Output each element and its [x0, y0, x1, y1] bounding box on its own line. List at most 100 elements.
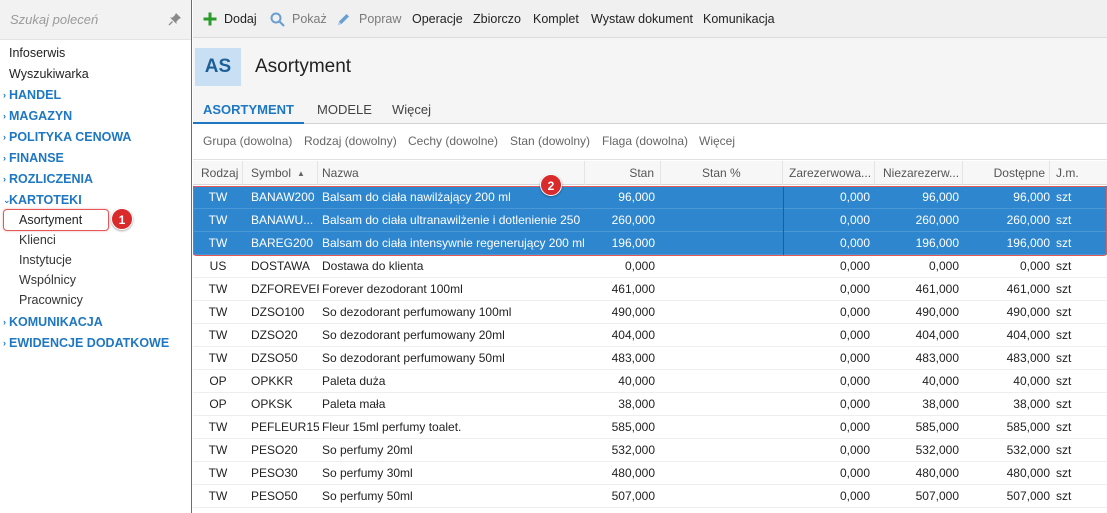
column-header-available[interactable]: Dostępne	[963, 161, 1050, 185]
nav-item-pracownicy[interactable]: Pracownicy	[19, 290, 83, 310]
nav-group-label: EWIDENCJE DODATKOWE	[9, 336, 170, 350]
communication-button[interactable]: Komunikacja	[703, 0, 775, 38]
tab-asortyment[interactable]: ASORTYMENT	[193, 96, 304, 124]
nav-group-finanse[interactable]: › FINANSE	[3, 148, 64, 168]
nav-group-label: MAGAZYN	[9, 109, 73, 123]
nav-item-wspolnicy[interactable]: Wspólnicy	[19, 270, 76, 290]
toolbar: Dodaj Pokaż Popraw Operacje Zbiorczo Kom…	[193, 0, 1107, 38]
cell-available: 196,000	[1006, 236, 1050, 250]
cell-symbol: PEFLEUR15	[251, 420, 319, 434]
table-row[interactable]: TW BANAW200 Balsam do ciała nawilżający 20…	[193, 186, 1107, 209]
cell-stock: 507,000	[611, 489, 655, 503]
nav-group-ewidencje-dodatkowe[interactable]: › EWIDENCJE DODATKOWE	[3, 333, 170, 353]
cell-unit: szt	[1056, 397, 1072, 411]
column-header-unreserved[interactable]: Niezarezerw...	[875, 161, 963, 185]
filter-more[interactable]: Więcej	[699, 134, 735, 148]
table-row[interactable]: US DOSTAWA Dostawa do klienta 0,000 0,000 0,0…	[193, 255, 1107, 278]
tab-wiecej[interactable]: Więcej	[392, 96, 431, 124]
table-row[interactable]: TW DZSO20 So dezodorant perfumowany 20ml 40…	[193, 324, 1107, 347]
cell-available: 483,000	[1006, 351, 1050, 365]
cell-unreserved: 260,000	[915, 213, 959, 227]
table-row[interactable]: OP OPKSK Paleta mała 38,000 0,000 38,000 38,00…	[193, 393, 1107, 416]
column-header-stock[interactable]: Stan	[585, 161, 661, 185]
cell-stock-pct	[661, 462, 771, 485]
cell-unit: szt	[1056, 351, 1072, 365]
cell-unit: szt	[1056, 190, 1072, 204]
cell-symbol: PESO50	[251, 489, 298, 503]
cell-unit: szt	[1056, 236, 1072, 250]
bulk-button[interactable]: Zbiorczo	[473, 0, 521, 38]
pencil-icon	[338, 14, 349, 25]
nav-group-handel[interactable]: › HANDEL	[3, 85, 61, 105]
filter-group[interactable]: Grupa (dowolna)	[203, 134, 292, 148]
cell-available: 260,000	[1006, 213, 1050, 227]
cell-reserved: 0,000	[839, 397, 870, 411]
table-row[interactable]: TW DZSO100 So dezodorant perfumowany 100ml…	[193, 301, 1107, 324]
cell-name: Balsam do ciała ultranawilżenie i dotlen…	[322, 213, 581, 227]
cell-unit: szt	[1056, 282, 1072, 296]
table-row[interactable]: OP OPKKR Paleta duża 40,000 0,000 40,000 40,00…	[193, 370, 1107, 393]
show-button[interactable]: Pokaż	[270, 0, 327, 38]
operations-button[interactable]: Operacje	[412, 0, 463, 38]
cell-name: Paleta duża	[322, 374, 386, 388]
cell-name: Dostawa do klienta	[322, 259, 424, 273]
cell-type: TW	[208, 282, 228, 296]
filter-flag[interactable]: Flaga (dowolna)	[602, 134, 688, 148]
chevron-right-icon: ›	[3, 317, 6, 327]
cell-type: OP	[209, 374, 227, 388]
cell-symbol: DZSO20	[251, 328, 298, 342]
annotation-badge-2: 2	[540, 174, 562, 196]
cell-unreserved: 490,000	[915, 305, 959, 319]
nav-item-wyszukiwarka[interactable]: Wyszukiwarka	[9, 64, 89, 84]
cell-type: TW	[208, 443, 228, 457]
command-search-box[interactable]: Szukaj poleceń	[0, 0, 191, 40]
tab-bar: ASORTYMENT MODELE Więcej	[193, 96, 1107, 124]
filter-features[interactable]: Cechy (dowolne)	[408, 134, 498, 148]
tab-modele[interactable]: MODELE	[317, 96, 372, 124]
table-row[interactable]: TW PESO30 So perfumy 30ml 480,000 0,000 480,0…	[193, 462, 1107, 485]
cell-stock-pct	[661, 255, 771, 278]
nav-group-kartoteki[interactable]: ⌄ KARTOTEKI	[3, 190, 82, 210]
cell-stock: 260,000	[611, 213, 655, 227]
column-header-reserved[interactable]: Zarezerwowa...	[783, 161, 875, 185]
cell-reserved: 0,000	[839, 213, 870, 227]
table-row[interactable]: TW DZSO50 So dezodorant perfumowany 50ml 48…	[193, 347, 1107, 370]
column-header-type[interactable]: Rodzaj	[193, 161, 243, 185]
nav-item-instytucje[interactable]: Instytucje	[19, 250, 72, 270]
cell-unit: szt	[1056, 259, 1072, 273]
nav-item-klienci[interactable]: Klienci	[19, 230, 56, 250]
cell-unreserved: 0,000	[928, 259, 959, 273]
nav-group-komunikacja[interactable]: › KOMUNIKACJA	[3, 312, 103, 332]
nav-group-label: KARTOTEKI	[9, 193, 82, 207]
nav-group-rozliczenia[interactable]: › ROZLICZENIA	[3, 169, 93, 189]
edit-button[interactable]: Popraw	[336, 0, 401, 38]
nav-item-infoserwis[interactable]: Infoserwis	[9, 43, 65, 63]
table-row[interactable]: TW PEFLEUR15 Fleur 15ml perfumy toalet. 585…	[193, 416, 1107, 439]
table-row[interactable]: TW PESO20 So perfumy 20ml 532,000 0,000 532,0…	[193, 439, 1107, 462]
column-header-stock-pct[interactable]: Stan %	[661, 161, 783, 185]
cell-reserved: 0,000	[839, 351, 870, 365]
search-placeholder[interactable]: Szukaj poleceń	[10, 12, 98, 27]
filter-type[interactable]: Rodzaj (dowolny)	[304, 134, 397, 148]
nav-group-magazyn[interactable]: › MAGAZYN	[3, 106, 73, 126]
cell-stock-pct	[661, 209, 771, 232]
cell-stock: 96,000	[618, 190, 655, 204]
pin-icon[interactable]	[168, 12, 182, 26]
issue-document-button[interactable]: Wystaw dokument	[591, 0, 693, 38]
table-row[interactable]: TW BAREG200 Balsam do ciała intensywnie re…	[193, 232, 1107, 255]
table-row[interactable]: TW PESO50 So perfumy 50ml 507,000 0,000 507,0…	[193, 485, 1107, 508]
cell-reserved: 0,000	[839, 420, 870, 434]
nav-group-polityka-cenowa[interactable]: › POLITYKA CENOWA	[3, 127, 131, 147]
filter-stock[interactable]: Stan (dowolny)	[510, 134, 590, 148]
column-header-symbol[interactable]: Symbol ▲	[243, 161, 318, 185]
cell-symbol: PESO30	[251, 466, 298, 480]
set-button[interactable]: Komplet	[533, 0, 579, 38]
add-button[interactable]: Dodaj	[203, 0, 257, 38]
table-row[interactable]: TW BANAWU... Balsam do ciała ultranawilżen…	[193, 209, 1107, 232]
column-header-unit[interactable]: J.m.	[1050, 161, 1107, 185]
cell-symbol: DZFOREVER	[251, 282, 319, 296]
table-row[interactable]: TW DZFOREVER Forever dezodorant 100ml 461,0…	[193, 278, 1107, 301]
cell-stock-pct	[661, 186, 771, 209]
cell-unreserved: 461,000	[915, 282, 959, 296]
cell-stock: 483,000	[611, 351, 655, 365]
